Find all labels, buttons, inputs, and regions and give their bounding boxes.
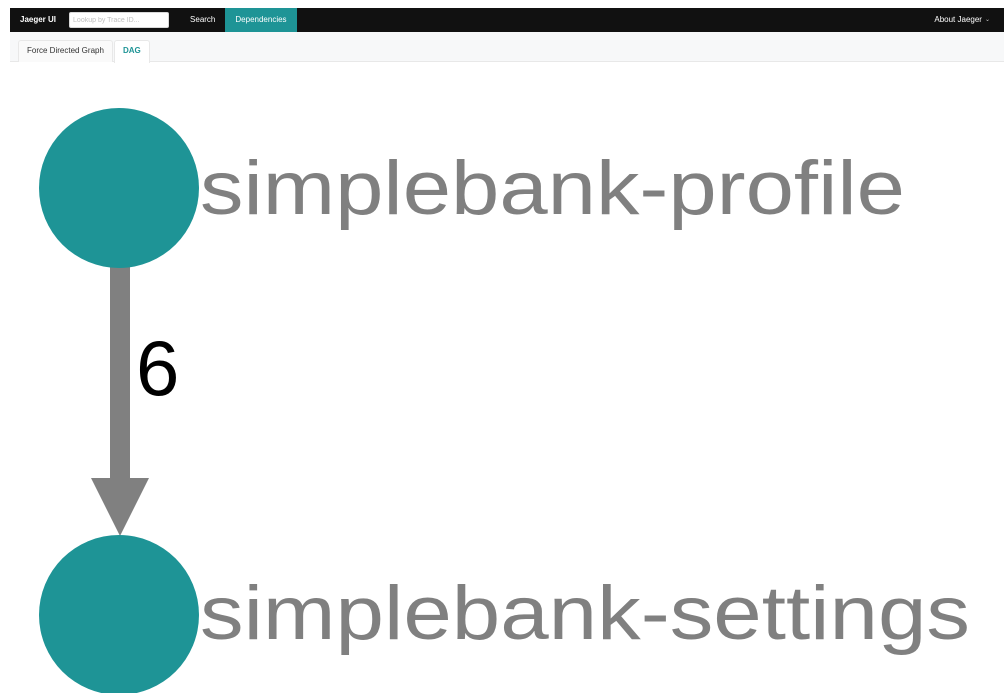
dag-graph-canvas: 6 simplebank-profile simplebank-settings xyxy=(39,108,970,693)
node-simplebank-profile[interactable] xyxy=(39,108,199,268)
nav-link-dependencies[interactable]: Dependencies xyxy=(225,8,297,32)
brand-link[interactable]: Jaeger UI xyxy=(10,8,68,32)
node-label-simplebank-settings: simplebank-settings xyxy=(200,571,970,656)
tab-dag[interactable]: DAG xyxy=(114,40,150,63)
trace-id-lookup-input[interactable] xyxy=(69,12,170,28)
edge-line xyxy=(110,266,130,480)
tab-force-directed-graph[interactable]: Force Directed Graph xyxy=(18,40,113,62)
view-tab-bar: Force Directed Graph DAG xyxy=(10,32,1004,63)
chevron-down-icon: ⌄ xyxy=(984,17,990,23)
dag-graph: 6 simplebank-profile simplebank-settings xyxy=(0,62,1004,693)
jaeger-ui-page: Jaeger UI Search Dependencies About Jaeg… xyxy=(0,0,1004,693)
node-simplebank-settings[interactable] xyxy=(39,535,199,693)
nav-link-search[interactable]: Search xyxy=(180,8,225,32)
edge-arrowhead xyxy=(91,478,149,536)
about-jaeger-menu[interactable]: About Jaeger ⌄ xyxy=(934,8,1004,32)
about-jaeger-label: About Jaeger xyxy=(934,15,982,24)
node-label-simplebank-profile: simplebank-profile xyxy=(200,146,905,231)
top-navigation-bar: Jaeger UI Search Dependencies About Jaeg… xyxy=(10,8,1004,32)
edge-call-count-label: 6 xyxy=(136,324,179,412)
